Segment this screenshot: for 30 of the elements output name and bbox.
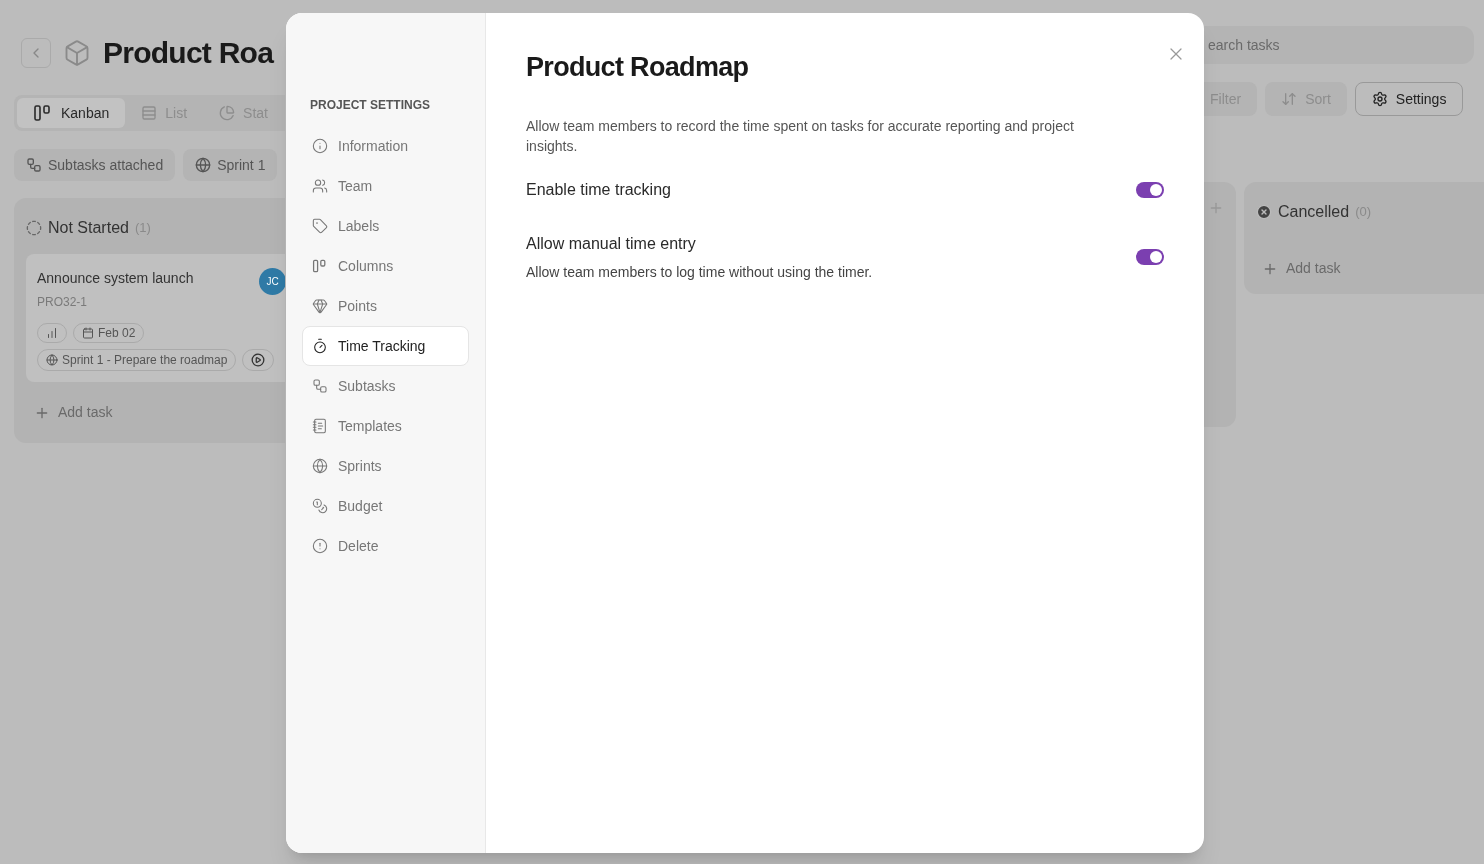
description-text: Allow team members to record the time spent on tasks for accurate reporting and project insights. [526, 116, 1075, 156]
task-code: PRO32-1 [37, 294, 88, 311]
settings-nav-item[interactable]: Columns [302, 246, 469, 286]
column-title: Not Started [48, 218, 129, 238]
add-task-button[interactable]: Add task [34, 402, 285, 423]
project-title: Product Roa [103, 35, 274, 71]
filter-chip[interactable]: Subtasks attached [14, 149, 176, 181]
settings-nav-item[interactable]: Team [302, 166, 469, 206]
option-description: Allow team members to log time without using the timer. [526, 262, 873, 282]
column-title: Cancelled [1278, 202, 1350, 222]
option-label: Enable time tracking [526, 179, 671, 200]
toolbar-button[interactable]: Settings [1354, 82, 1464, 116]
settings-nav-item[interactable]: Points [302, 286, 469, 326]
avatar: JC [259, 268, 285, 295]
settings-nav-item[interactable]: Budget [302, 486, 469, 526]
dialog-title: Product Roadmap [526, 51, 750, 84]
add-task-button[interactable]: Add task [1262, 258, 1472, 279]
settings-nav-item[interactable]: Information [302, 126, 469, 166]
settings-nav-item[interactable]: Time Tracking [302, 326, 469, 366]
task-title: Announce system launch [37, 269, 194, 288]
view-tab[interactable]: Kanban [17, 98, 126, 128]
settings-nav-item[interactable]: Sprints [302, 446, 469, 486]
task-card[interactable]: Announce system launch PRO32-1 JC Feb 02 Sprint 1 - Prepare the roadmap [26, 254, 285, 382]
settings-nav-item[interactable]: Delete [302, 526, 469, 566]
settings-nav-item[interactable]: Templates [302, 406, 469, 446]
option-label: Allow manual time entry [526, 233, 697, 254]
filter-chip[interactable]: Sprint 1 [183, 149, 278, 181]
settings-nav-item[interactable]: Subtasks [302, 366, 469, 406]
settings-nav-item[interactable]: Labels [302, 206, 469, 246]
section-heading: PROJECT SETTINGS [310, 97, 432, 114]
